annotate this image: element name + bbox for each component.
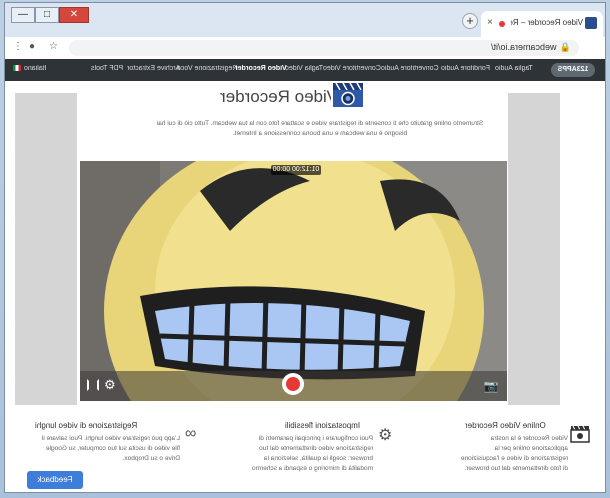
nav-item-archive-extractor[interactable]: Archive Extractor <box>127 65 180 72</box>
window-controls: — □ ✕ <box>11 7 89 23</box>
tab-favicon-icon <box>585 17 597 29</box>
language-selector[interactable]: Italiano <box>13 65 47 72</box>
recording-timer: 00:00 01:12:00 <box>271 165 321 175</box>
url-field[interactable]: webcamera.io/it/ 🔒 <box>69 40 579 56</box>
language-label: Italiano <box>24 65 47 72</box>
nav-item-registrazione-voce[interactable]: Registrazione Voce <box>177 65 237 72</box>
maximize-button[interactable]: □ <box>35 7 59 23</box>
camera-icon[interactable]: 📷 <box>483 379 499 393</box>
web-page: Italiano PDF Tools Archive Extractor Reg… <box>5 59 605 492</box>
feature-text-impostazioni-flessibili: Puoi configurare i principali parametri … <box>251 435 373 472</box>
recording-indicator-icon <box>499 21 505 27</box>
site-logo[interactable]: 123APPS <box>551 63 595 77</box>
nav-item-fonditore-audio[interactable]: Fonditore Audio <box>441 65 490 72</box>
tab-title: Video Recorder – Registra v <box>511 18 583 27</box>
feature-title-online-video-recorder: Online Video Recorder <box>465 421 546 430</box>
webcam-preview <box>80 161 507 401</box>
gear-icon[interactable]: ⚙ <box>104 377 116 393</box>
browser-window: — □ ✕ + × Video Recorder – Registra v ⋮ … <box>4 2 606 493</box>
feature-text-online-video-recorder: Video Recorder è la nostra applicazione … <box>460 435 568 472</box>
minimize-button[interactable]: — <box>11 7 35 23</box>
feedback-button[interactable]: Feedback <box>27 471 83 489</box>
feature-text-registrazione-video-lunghi: L'app può registrare video lunghi. Puoi … <box>41 435 180 462</box>
nav-item-taglia-audio[interactable]: Taglia Audio <box>495 65 533 72</box>
nav-item-convertitore-audio[interactable]: Convertitore Audio <box>381 65 439 72</box>
browser-tab[interactable]: × Video Recorder – Registra v <box>481 11 603 37</box>
nav-item-video-recorder[interactable]: Video Recorder <box>235 65 287 72</box>
title-bar: — □ ✕ + × Video Recorder – Registra v <box>5 3 605 37</box>
bookmark-star-icon[interactable]: ☆ <box>49 41 58 52</box>
gear-settings-icon: ⚙ <box>378 427 393 444</box>
close-window-button[interactable]: ✕ <box>59 7 89 23</box>
profile-icon[interactable]: ● <box>29 41 35 52</box>
nav-item-taglia-video[interactable]: Taglia Video <box>285 65 323 72</box>
timer-current: 00:00 <box>272 166 291 173</box>
page-description: Strumento online gratuito che ti consent… <box>156 120 484 137</box>
fullscreen-icon[interactable] <box>87 379 99 391</box>
url-text: webcamera.io/it/ <box>491 42 557 52</box>
page-title: Video Recorder <box>220 87 338 106</box>
new-tab-button[interactable]: + <box>462 13 478 29</box>
record-button[interactable] <box>282 373 304 395</box>
menu-dots-icon[interactable]: ⋮ <box>13 41 23 52</box>
site-navigation: Italiano PDF Tools Archive Extractor Reg… <box>5 59 605 81</box>
video-recorder-app-icon <box>331 81 365 109</box>
nav-item-convertitore-video[interactable]: Convertitore Video <box>323 65 381 72</box>
webcam-image <box>80 161 507 401</box>
feature-title-registrazione-video-lunghi: Registrazione di video lunghi <box>35 421 138 430</box>
right-ad-panel <box>508 93 560 405</box>
video-recorder-feature-icon <box>570 425 590 448</box>
italian-flag-icon <box>13 65 21 72</box>
tab-close-icon[interactable]: × <box>487 17 493 28</box>
timer-total: 01:12:00 <box>292 166 320 173</box>
address-bar: ⋮ ● ☆ webcamera.io/it/ 🔒 <box>5 37 605 60</box>
infinity-loop-icon: ∞ <box>185 425 197 442</box>
feature-title-impostazioni-flessibili: Impostazioni flessibili <box>285 421 361 430</box>
lock-icon: 🔒 <box>559 42 571 52</box>
nav-item-pdf-tools[interactable]: PDF Tools <box>91 65 123 72</box>
left-ad-panel <box>15 93 77 405</box>
record-dot-icon <box>286 377 300 391</box>
